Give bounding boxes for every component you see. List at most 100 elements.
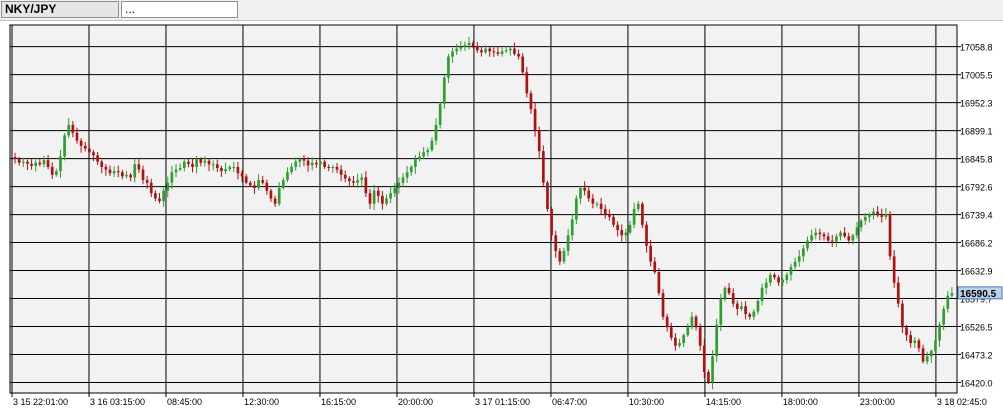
candle-down: [149, 182, 153, 194]
candle-up: [401, 177, 405, 183]
candle-up: [125, 174, 128, 177]
candle-up: [228, 166, 232, 170]
candle-down: [335, 166, 339, 170]
x-tick-label: 06:47:00: [552, 397, 587, 407]
candle-up: [570, 219, 574, 236]
candle-down: [108, 169, 112, 174]
y-tick-label: 16845.8: [960, 155, 993, 165]
candle-up: [855, 227, 859, 236]
candle-up: [405, 172, 409, 178]
candle-down: [381, 195, 384, 204]
candle-down: [546, 182, 549, 209]
tab-nky-jpy[interactable]: NKY/JPY: [1, 1, 119, 18]
candle-down: [599, 203, 603, 209]
candle-up: [290, 166, 293, 173]
candle-up: [690, 316, 694, 328]
candle-up: [760, 287, 764, 301]
candle-up: [632, 209, 636, 225]
candle-down: [236, 166, 240, 174]
candle-up: [579, 187, 582, 199]
candle-down: [822, 234, 826, 237]
candle-down: [96, 155, 99, 162]
candle-down: [843, 232, 846, 237]
candle-up: [63, 135, 66, 157]
candle-up: [360, 177, 364, 181]
candle-down: [525, 72, 529, 94]
candle-down: [492, 51, 496, 53]
current-price-tag: 16590.5: [957, 286, 1003, 300]
candle-up: [426, 150, 430, 153]
candle-up: [434, 124, 438, 141]
candle-up: [814, 232, 818, 236]
candle-up: [934, 340, 937, 351]
candle-up: [211, 164, 215, 166]
x-tick-label: 20:00:00: [398, 397, 433, 407]
candle-down: [323, 161, 326, 167]
candle-up: [257, 180, 260, 188]
candle-up: [711, 356, 714, 383]
candle-down: [649, 245, 652, 262]
candle-down: [587, 190, 591, 199]
candle-up: [182, 161, 186, 168]
candle-down: [26, 161, 29, 164]
candle-up: [884, 214, 888, 217]
candle-down: [591, 198, 595, 204]
y-tick-label: 16420.0: [960, 378, 993, 388]
candle-up: [913, 340, 917, 344]
y-tick-label: 16792.6: [960, 183, 993, 193]
y-tick-label: 16473.2: [960, 351, 993, 361]
candle-down: [665, 316, 669, 328]
candle-up: [298, 159, 302, 162]
candle-up: [42, 160, 46, 165]
candle-down: [240, 173, 244, 177]
candle-down: [88, 148, 91, 153]
candle-up: [504, 50, 508, 52]
candle-down: [248, 182, 252, 186]
candle-up: [459, 47, 463, 49]
y-tick-label: 17058.8: [960, 43, 993, 53]
candle-up: [793, 261, 797, 267]
candlestick-chart[interactable]: 17058.8 17005.5 16952.3 16899.1 16845.8 16792…: [0, 20, 1003, 417]
candle-down: [265, 182, 269, 191]
candle-down: [909, 335, 913, 344]
candle-up: [174, 169, 178, 173]
candle-down: [306, 160, 310, 166]
y-tick-label: 17005.5: [960, 71, 993, 81]
candle-down: [876, 211, 879, 216]
candle-down: [744, 306, 747, 315]
candle-down: [748, 314, 752, 317]
candle-down: [92, 152, 95, 156]
candle-down: [735, 303, 739, 309]
y-tick-label: 16952.3: [960, 99, 993, 109]
candle-down: [698, 327, 702, 346]
candle-down: [921, 348, 925, 362]
candle-down: [612, 216, 615, 225]
candle-up: [397, 182, 401, 188]
candle-up: [789, 266, 793, 275]
candle-down: [694, 316, 698, 328]
candle-up: [281, 180, 285, 188]
y-tick-label: 16632.9: [960, 267, 993, 277]
candle-down: [100, 161, 104, 167]
candle-up: [740, 306, 743, 309]
candle-down: [669, 327, 673, 338]
candle-up: [442, 77, 446, 104]
candle-down: [880, 215, 884, 217]
candle-down: [352, 181, 355, 183]
candle-up: [438, 103, 442, 125]
candle-down: [17, 159, 21, 163]
candle-up: [764, 282, 768, 288]
candle-up: [851, 235, 855, 241]
candle-up: [500, 51, 504, 54]
candle-up: [414, 159, 417, 167]
candle-up: [810, 235, 813, 241]
candle-down: [104, 166, 108, 170]
candle-up: [277, 187, 281, 204]
candle-down: [901, 303, 904, 328]
candle-down: [674, 337, 677, 346]
tab-more[interactable]: ...: [121, 1, 238, 18]
candle-up: [859, 220, 863, 228]
current-price-label: 16590.5: [960, 289, 997, 300]
candle-up: [868, 214, 871, 217]
candle-down: [368, 193, 372, 204]
